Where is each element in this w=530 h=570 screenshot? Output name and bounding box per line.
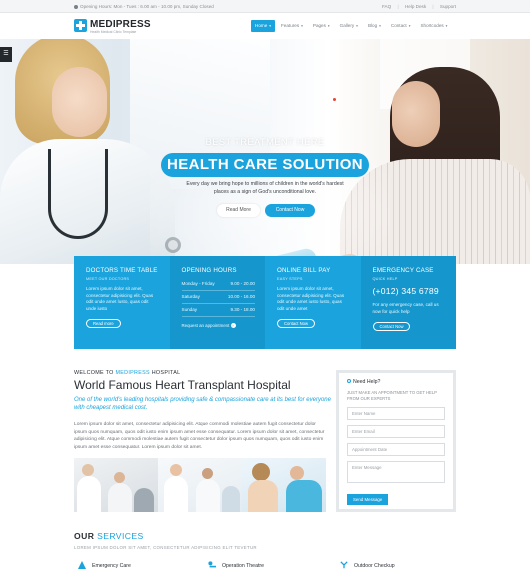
welcome-lead: One of the world's leading hospitals pro… <box>74 397 331 411</box>
message-textarea[interactable]: Enter Message <box>347 460 445 483</box>
chevron-down-icon: ▾ <box>378 24 381 28</box>
box-title: ONLINE BILL PAY <box>277 267 331 274</box>
clock-icon <box>74 4 78 9</box>
hero-slider <box>0 39 530 264</box>
box-subtitle: QUICK HELP <box>372 277 398 281</box>
info-boxes: DOCTORS TIME TABLE MEET OUR DOCTORS Lore… <box>74 256 456 349</box>
emergency-phone[interactable]: (+012) 345 6789 <box>373 286 447 296</box>
email-input[interactable]: Enter Email <box>347 424 445 438</box>
site-header: MEDIPRESS Health Medical Clinic Template… <box>0 13 530 39</box>
contact-now-button[interactable]: Contact Now <box>277 319 315 329</box>
opening-hours-box: OPENING HOURS Monday - Friday 9.00 - 20.0… <box>169 256 265 349</box>
nav-contact[interactable]: Contact ▾ <box>387 20 415 32</box>
chevron-down-icon: ▾ <box>355 24 358 28</box>
stethoscope-icon <box>340 561 348 569</box>
read-more-button[interactable]: Read More <box>217 204 260 217</box>
logo[interactable]: MEDIPRESS Health Medical Clinic Template <box>74 19 154 35</box>
doctors-timetable-box: DOCTORS TIME TABLE MEET OUR DOCTORS Lore… <box>74 256 170 349</box>
chevron-down-icon: ▾ <box>407 24 411 28</box>
welcome-headline: World Famous Heart Transplant Hospital <box>74 378 291 392</box>
main-nav: Home ▾ Features ▾ Pages ▾ Gallery ▾ Blog… <box>251 20 453 32</box>
request-appointment-link[interactable]: Request an appointment › <box>182 323 256 328</box>
hours-table: Monday - Friday 9.00 - 20.00 Saturday 10.0… <box>181 278 255 317</box>
name-input[interactable]: Enter Name <box>347 406 445 420</box>
help-icon <box>347 379 351 383</box>
read-more-button[interactable]: Read more <box>86 319 121 329</box>
box-text: Lorem ipsum dolor sit amet, consectetur … <box>277 286 345 311</box>
service-outdoor-checkup[interactable]: Outdoor Checkup <box>340 561 395 569</box>
hours-row: Sunday 9.30 - 18.00 <box>181 304 255 317</box>
form-title: Need Help? <box>347 379 445 385</box>
services-title: OUR SERVICES <box>74 531 144 541</box>
triangle-warning-icon <box>78 561 86 569</box>
chevron-down-icon: ▾ <box>268 24 271 28</box>
services-subtitle: LOREM IPSUM DOLOR SIT AMET, CONSECTETUR … <box>74 545 257 550</box>
logo-tagline: Health Medical Clinic Template <box>90 30 137 34</box>
top-bar: Opening Hours: Mon - Tues : 6.00 am - 10… <box>0 0 530 13</box>
nav-home[interactable]: Home ▾ <box>251 20 275 32</box>
emergency-case-box: EMERGENCY CASE QUICK HELP (+012) 345 678… <box>360 256 456 349</box>
box-text: For any emergency case, call us now for … <box>372 302 439 314</box>
photo-doctors-team <box>158 458 242 512</box>
chevron-down-icon: ▾ <box>444 24 448 28</box>
nav-gallery[interactable]: Gallery ▾ <box>336 20 362 32</box>
hero-photo-patient-face <box>392 81 440 147</box>
slider-dot[interactable] <box>333 98 336 101</box>
divider: | <box>432 4 434 9</box>
opening-hours: Opening Hours: Mon - Tues : 6.00 am - 10… <box>74 4 214 9</box>
box-subtitle: EASY STEPS <box>277 277 303 281</box>
photo-strip <box>74 458 326 512</box>
send-message-button[interactable]: Send Message <box>347 493 389 505</box>
medical-cross-icon <box>74 19 87 32</box>
hours-row: Monday - Friday 9.00 - 20.00 <box>181 278 255 291</box>
nav-blog[interactable]: Blog ▾ <box>364 20 385 32</box>
form-subtitle: JUST MAKE AN APPOINTMENT TO GET HELP FRO… <box>347 390 437 401</box>
box-title: OPENING HOURS <box>181 267 237 274</box>
hero-text: Every day we bring hope to millions of c… <box>186 181 344 195</box>
hero-subtitle: BEST TREATMENT HERE <box>205 137 325 148</box>
divider: | <box>397 4 399 9</box>
support-link[interactable]: Support <box>440 4 456 9</box>
faq-link[interactable]: FAQ <box>382 4 391 9</box>
nav-features[interactable]: Features ▾ <box>277 20 307 32</box>
box-text: Lorem ipsum dolor sit amet, consectetur … <box>86 286 154 311</box>
help-desk-link[interactable]: Help Desk <box>405 4 426 9</box>
box-subtitle: MEET OUR DOCTORS <box>86 277 130 281</box>
chevron-down-icon: ▾ <box>300 24 303 28</box>
hero-title: HEALTH CARE SOLUTION <box>161 153 369 177</box>
photo-doctor-patient <box>74 458 158 512</box>
appointment-date-input[interactable]: Appointment Date <box>347 442 445 456</box>
arrow-right-icon: › <box>230 323 236 328</box>
top-links: FAQ | Help Desk | Support <box>377 4 456 9</box>
appointment-form: Need Help? JUST MAKE AN APPOINTMENT TO G… <box>336 370 456 512</box>
photo-child-checkup <box>242 458 326 512</box>
nav-shortcodes[interactable]: Shortcodes ▾ <box>416 20 451 32</box>
settings-toggle[interactable]: ☰ <box>0 47 12 62</box>
contact-now-button[interactable]: Contact Now <box>265 204 315 217</box>
surgery-icon <box>208 561 216 568</box>
service-operation-theatre[interactable]: Operation Theatre <box>208 561 264 569</box>
box-title: DOCTORS TIME TABLE <box>86 267 158 274</box>
box-title: EMERGENCY CASE <box>372 267 434 274</box>
chevron-down-icon: ▾ <box>326 24 330 28</box>
online-bill-pay-box: ONLINE BILL PAY EASY STEPS Lorem ipsum d… <box>265 256 361 349</box>
stethoscope-image <box>48 149 108 239</box>
hero-photo-doctor-face <box>52 67 107 137</box>
contact-now-button[interactable]: Contact Now <box>372 322 411 332</box>
welcome-label: WELCOME TO MEDIPRESS HOSPITAL <box>74 370 181 376</box>
nav-pages[interactable]: Pages ▾ <box>309 20 334 32</box>
service-emergency-care[interactable]: Emergency Care <box>78 561 131 569</box>
logo-name: MEDIPRESS <box>90 19 151 30</box>
hours-row: Saturday 10.00 - 16.00 <box>181 291 255 304</box>
welcome-body: Lorem ipsum dolor sit amet, consectetur … <box>74 422 325 450</box>
